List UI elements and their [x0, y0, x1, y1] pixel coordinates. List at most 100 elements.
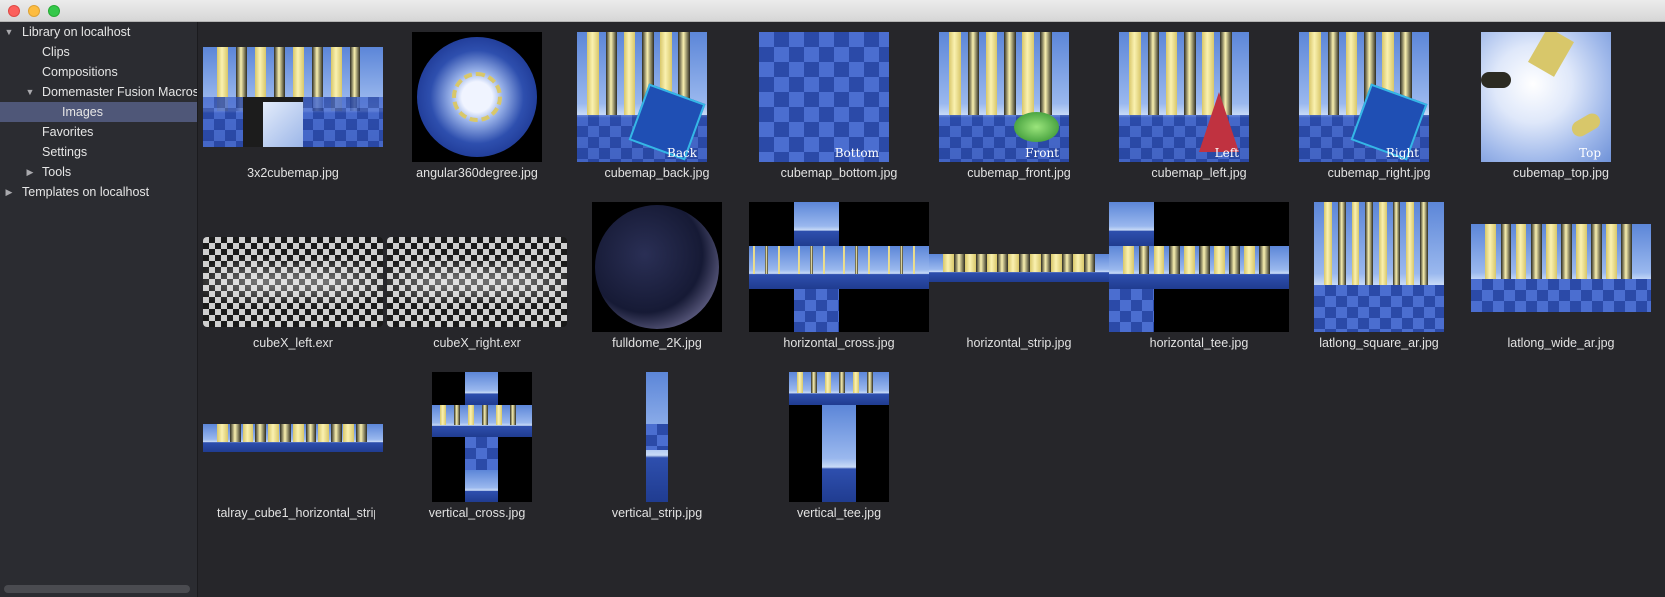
image-thumbnail[interactable]: Top	[1471, 32, 1651, 162]
cubemap-face-image: Bottom	[759, 32, 889, 162]
tree-item-images[interactable]: Images	[0, 102, 197, 122]
image-tile[interactable]: vertical_tee.jpg	[749, 372, 929, 542]
image-tile[interactable]: Back cubemap_back.jpg	[567, 32, 747, 202]
pillar-shape	[1051, 254, 1063, 272]
image-filename: latlong_wide_ar.jpg	[1507, 336, 1615, 350]
image-tile[interactable]: vertical_strip.jpg	[567, 372, 747, 542]
image-thumbnail[interactable]	[387, 372, 567, 502]
pillar-shape	[1244, 246, 1256, 274]
pillar-shape	[1606, 224, 1618, 281]
tree-item-settings[interactable]: Settings	[0, 142, 197, 162]
image-thumbnail[interactable]: Back	[567, 32, 747, 162]
image-thumbnail[interactable]	[1109, 202, 1289, 332]
image-thumbnail[interactable]	[203, 32, 383, 162]
image-tile[interactable]: vertical_cross.jpg	[387, 372, 567, 542]
tree-item-clips[interactable]: Clips	[0, 42, 197, 62]
tree-item-library-on-localhost[interactable]: ▼ Library on localhost	[0, 22, 197, 42]
expanded-arrow-icon[interactable]: ▼	[24, 82, 36, 102]
image-thumbnail[interactable]	[387, 32, 567, 162]
pillar-shape	[1083, 254, 1095, 272]
collapsed-arrow-icon[interactable]: ▶	[3, 182, 15, 202]
minimize-window-button[interactable]	[28, 5, 40, 17]
green-sphere	[1014, 112, 1059, 142]
image-thumbnail[interactable]	[567, 372, 747, 502]
image-thumbnail[interactable]	[203, 372, 383, 502]
image-tile[interactable]: Front cubemap_front.jpg	[929, 32, 1109, 202]
pillar-shape	[1500, 224, 1512, 281]
tree-item-favorites[interactable]: Favorites	[0, 122, 197, 142]
cross-middle-strip	[432, 405, 532, 437]
tree-item-templates-on-localhost[interactable]: ▶ Templates on localhost	[0, 182, 197, 202]
pillar-shape	[587, 32, 600, 116]
face-label: Top	[1579, 146, 1601, 160]
pillar-shape	[1019, 254, 1030, 272]
image-filename: vertical_strip.jpg	[611, 506, 703, 520]
image-tile[interactable]: latlong_wide_ar.jpg	[1471, 202, 1651, 372]
cross-face	[465, 470, 498, 502]
collapsed-arrow-icon[interactable]: ▶	[24, 162, 36, 182]
image-thumbnail[interactable]	[749, 202, 929, 332]
pillar-shape	[1621, 224, 1633, 281]
image-tile[interactable]: latlong_square_ar.jpg	[1289, 202, 1469, 372]
tree-item-compositions[interactable]: Compositions	[0, 62, 197, 82]
pillar-shape	[867, 372, 873, 394]
cross-middle-face	[839, 246, 884, 289]
image-thumbnail[interactable]: Bottom	[749, 32, 929, 162]
image-thumbnail[interactable]: Front	[929, 32, 1109, 162]
expanded-arrow-icon[interactable]: ▼	[3, 22, 15, 42]
image-thumbnail[interactable]: Left	[1109, 32, 1289, 162]
image-tile[interactable]: cubeX_left.exr	[203, 202, 383, 372]
pillar-shape	[1147, 32, 1160, 116]
image-thumbnail[interactable]: Right	[1289, 32, 1469, 162]
image-tile[interactable]: Right cubemap_right.jpg	[1289, 32, 1469, 202]
image-tile[interactable]: horizontal_strip.jpg	[929, 202, 1109, 372]
pillar-shape	[1229, 246, 1241, 274]
face-label: Right	[1385, 146, 1419, 160]
horizontal-scrollbar[interactable]	[4, 585, 190, 593]
pillar-shape	[797, 372, 803, 394]
image-thumbnail[interactable]	[1289, 202, 1469, 332]
image-tile[interactable]: talray_cube1_horizontal_strip	[203, 372, 383, 542]
image-filename: cubemap_back.jpg	[604, 166, 710, 180]
image-tile[interactable]: 3x2cubemap.jpg	[203, 32, 383, 202]
floor-pattern	[646, 424, 668, 450]
tee-top-face	[1109, 202, 1154, 246]
image-tile[interactable]: angular360degree.jpg	[387, 32, 567, 202]
pillar-shape	[1029, 254, 1041, 272]
image-thumbnail[interactable]	[387, 202, 567, 332]
pillar-shape	[1004, 32, 1016, 116]
tree-item-label: Favorites	[42, 125, 94, 139]
image-tile[interactable]: horizontal_tee.jpg	[1109, 202, 1289, 372]
pillar-shape	[887, 246, 891, 274]
sky-face	[263, 102, 303, 147]
pillar-shape	[230, 424, 241, 442]
image-thumbnail[interactable]	[929, 202, 1109, 332]
image-tile[interactable]: cubeX_right.exr	[387, 202, 567, 372]
image-tile[interactable]: horizontal_cross.jpg	[749, 202, 929, 372]
image-tile[interactable]: fulldome_2K.jpg	[567, 202, 747, 372]
tree-item-label: Domemaster Fusion Macros	[42, 85, 198, 99]
pillar-shape	[842, 246, 846, 274]
pillar-shape	[1153, 246, 1165, 274]
pillar-shape	[305, 424, 317, 442]
pillar-shape	[1365, 202, 1374, 286]
image-thumbnail[interactable]	[1471, 202, 1651, 332]
image-tile[interactable]: Left cubemap_left.jpg	[1109, 32, 1289, 202]
image-tile[interactable]: Bottom cubemap_bottom.jpg	[749, 32, 929, 202]
pillar-shape	[965, 254, 976, 272]
pillar-shape	[1309, 32, 1322, 116]
image-thumbnail[interactable]	[749, 372, 929, 502]
image-filename: fulldome_2K.jpg	[612, 336, 702, 350]
tree-item-tools[interactable]: ▶ Tools	[0, 162, 197, 182]
image-thumbnail[interactable]	[203, 202, 383, 332]
close-window-button[interactable]	[8, 5, 20, 17]
image-thumbnail[interactable]	[567, 202, 747, 332]
pillar-shape	[1008, 254, 1019, 272]
latlong-square-image	[1314, 202, 1444, 332]
zoom-window-button[interactable]	[48, 5, 60, 17]
pillar-shape	[855, 246, 858, 274]
image-filename: cubemap_front.jpg	[967, 166, 1071, 180]
tree-item-domemaster-fusion-macros[interactable]: ▼ Domemaster Fusion Macros	[0, 82, 198, 102]
image-tile[interactable]: Top cubemap_top.jpg	[1471, 32, 1651, 202]
pillar-shape	[797, 246, 801, 274]
